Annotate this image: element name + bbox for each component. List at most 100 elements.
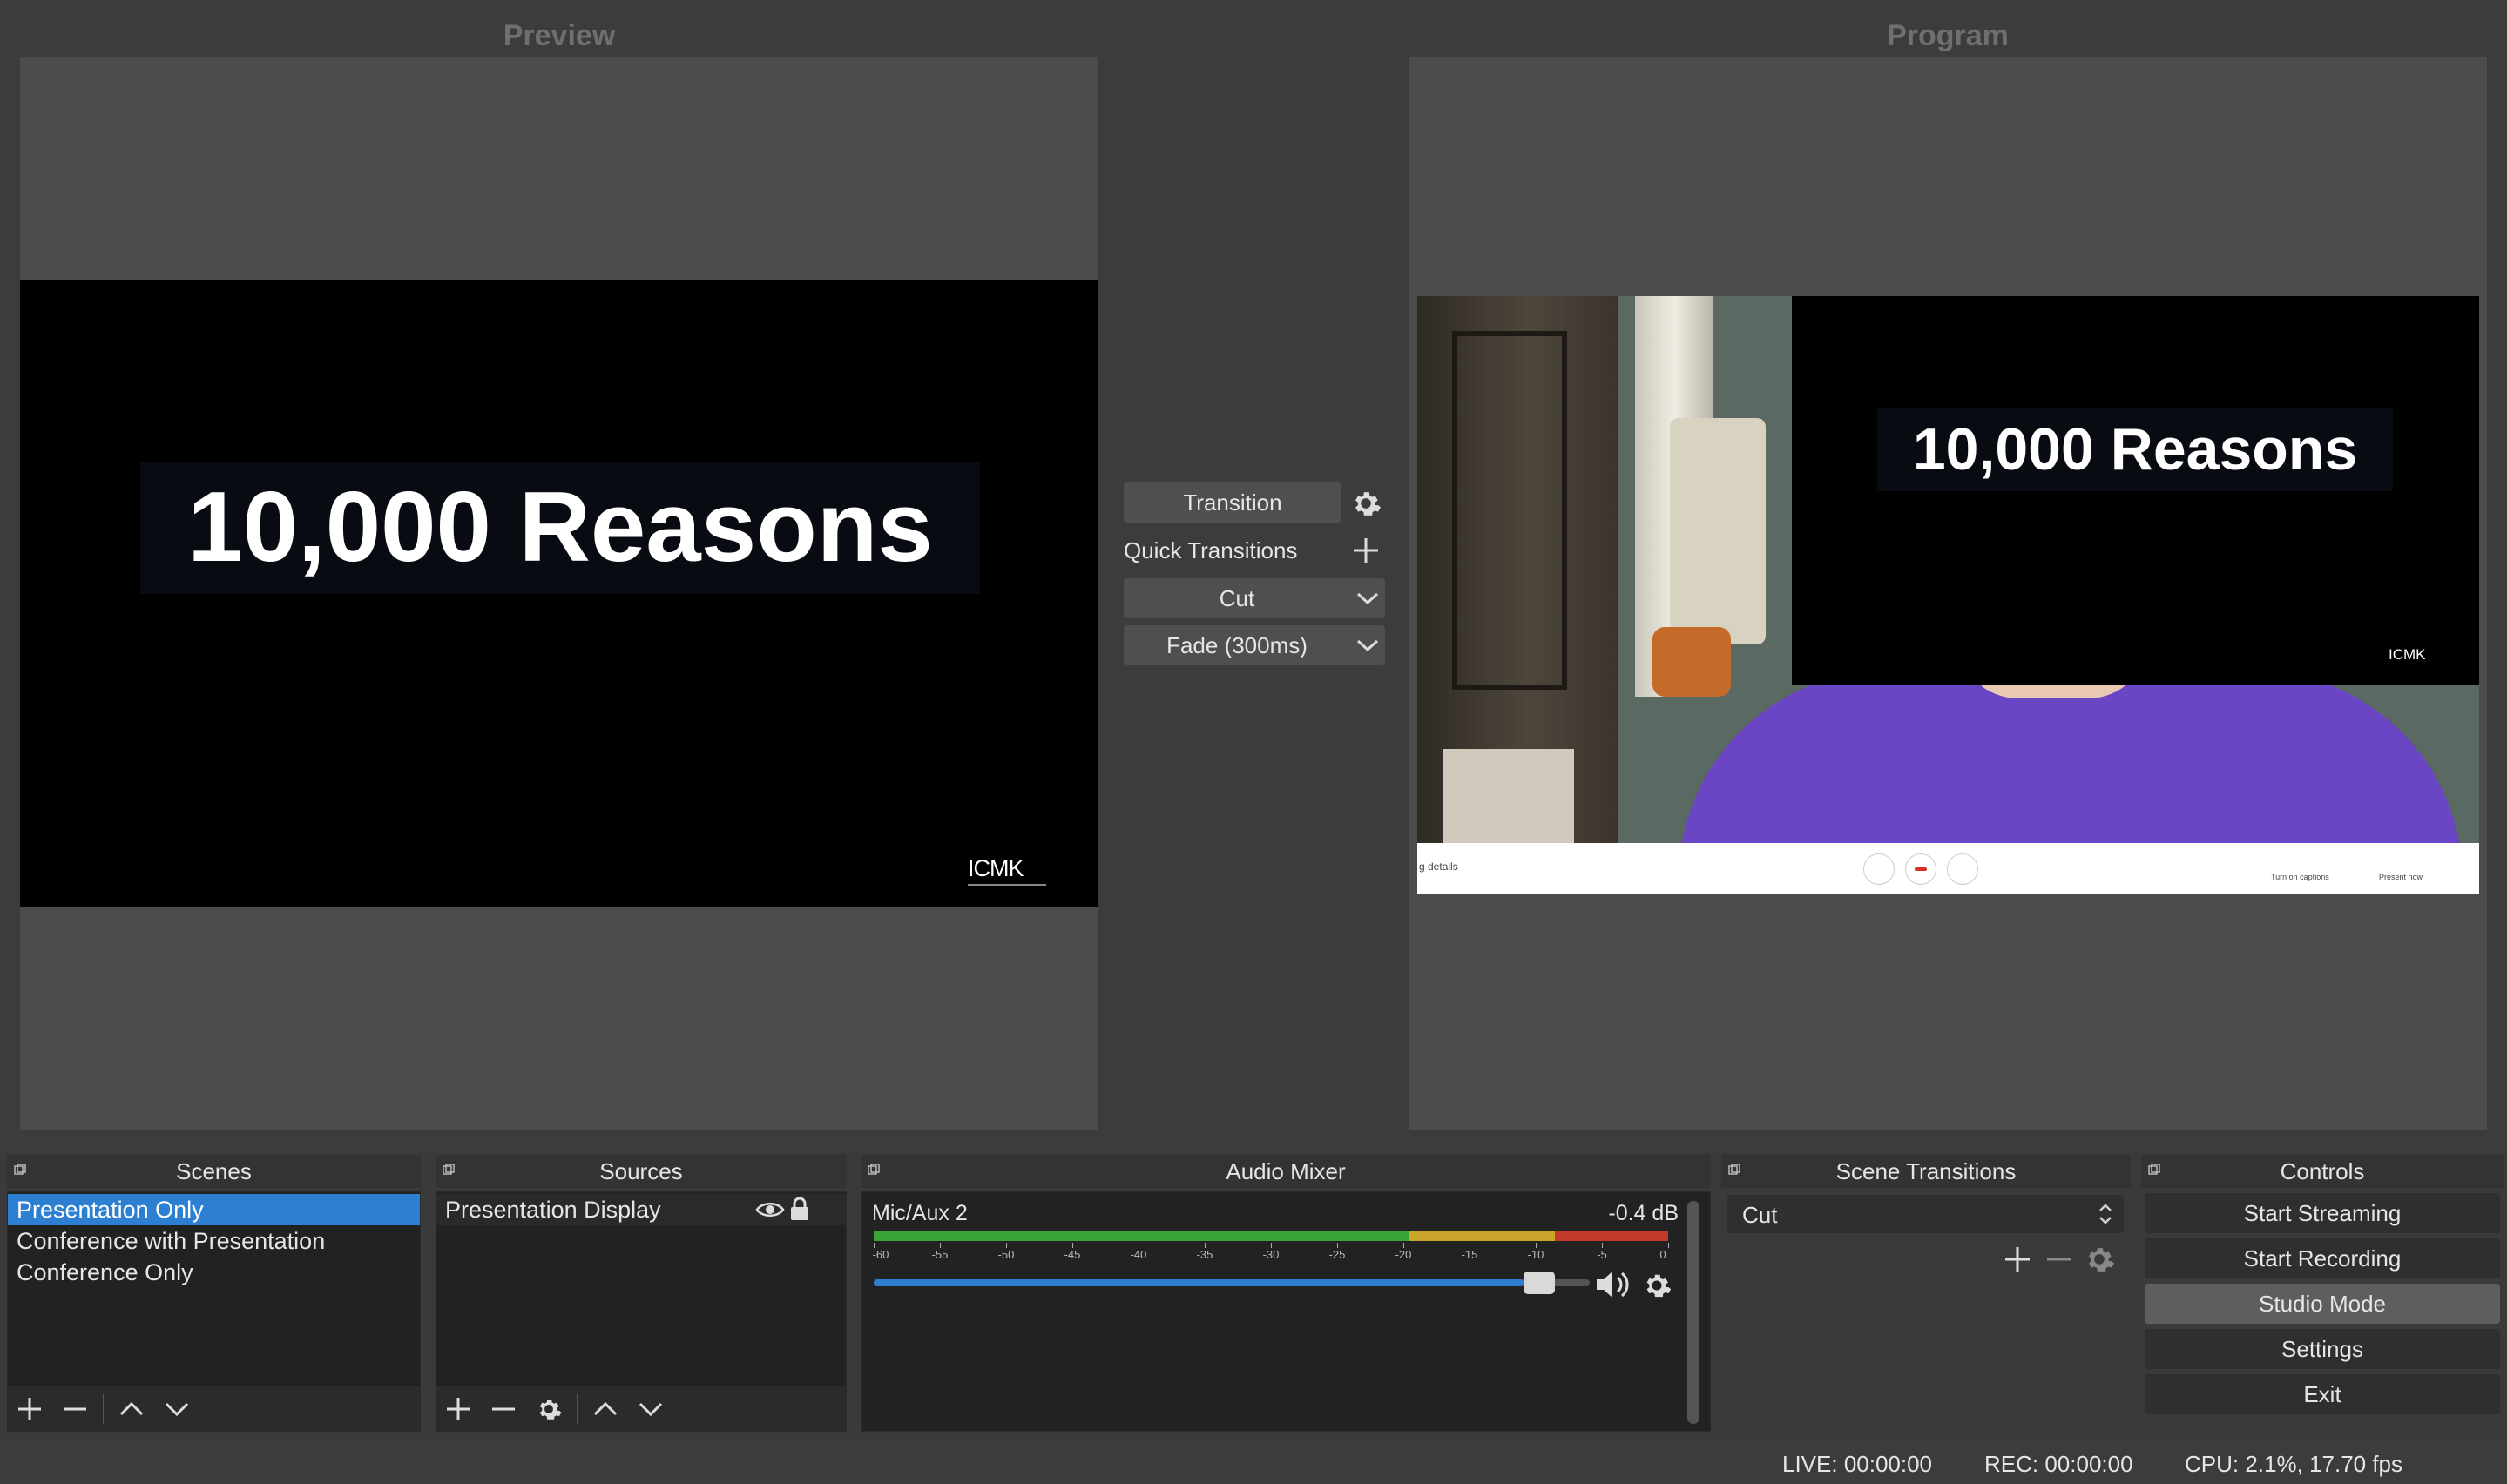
meet-present-label: Present now (2379, 873, 2423, 881)
audio-mixer-dock-title: Audio Mixer (861, 1155, 1711, 1188)
volume-slider[interactable] (874, 1272, 1590, 1294)
audio-channel-name: Mic/Aux 2 (872, 1201, 968, 1225)
transition-properties-gear-icon[interactable] (2082, 1242, 2117, 1281)
undock-icon[interactable] (868, 1164, 880, 1176)
meter-tick-label: -55 (931, 1248, 949, 1261)
source-item-label: Presentation Display (445, 1197, 661, 1223)
add-source-plus-icon[interactable] (436, 1386, 481, 1432)
audio-settings-gear-icon[interactable] (1640, 1269, 1673, 1306)
meet-hangup-icon (1905, 853, 1936, 885)
sources-title: Sources (599, 1158, 683, 1184)
program-logo-text: ICMK (2389, 646, 2426, 663)
transition-select[interactable]: Cut (1727, 1195, 2124, 1233)
live-timer: LIVE: 00:00:00 (1782, 1451, 1933, 1477)
meter-tick-label: 0 (1659, 1248, 1666, 1261)
scenes-toolbar (7, 1386, 421, 1432)
add-transition-plus-icon[interactable] (2000, 1242, 2035, 1281)
audio-mixer-body: Mic/Aux 2 -0.4 dB -60 -55 -50 -45 -40 -35 -30-… (861, 1191, 1711, 1432)
undock-icon[interactable] (1728, 1164, 1740, 1176)
scenes-dock: Scenes Presentation Only Conference with… (7, 1155, 421, 1432)
meter-tick-label: -60 (872, 1248, 889, 1261)
audio-mixer-scrollbar[interactable] (1687, 1201, 1699, 1424)
tote-bag (1670, 418, 1766, 644)
move-source-down-chevron-icon[interactable] (628, 1386, 673, 1432)
undock-icon[interactable] (2148, 1164, 2160, 1176)
add-scene-plus-icon[interactable] (7, 1386, 52, 1432)
quick-transition-cut-label: Cut (1219, 584, 1255, 611)
program-slide-text: 10,000 Reasons (1912, 416, 2358, 482)
exit-button[interactable]: Exit (2145, 1374, 2500, 1414)
add-quick-transition-plus-icon[interactable] (1348, 533, 1383, 568)
sources-list: Presentation Display (436, 1191, 847, 1386)
transition-settings-gear-icon[interactable] (1348, 486, 1383, 521)
source-item[interactable]: Presentation Display (436, 1194, 846, 1225)
controls-title: Controls (2280, 1158, 2365, 1184)
meet-mic-icon (1863, 853, 1895, 885)
undock-icon[interactable] (14, 1164, 26, 1176)
audio-db-value: -0.4 dB (1608, 1201, 1679, 1225)
scene-item[interactable]: Presentation Only (8, 1194, 420, 1225)
scenes-list: Presentation Only Conference with Presen… (7, 1191, 421, 1386)
remove-source-minus-icon[interactable] (481, 1386, 526, 1432)
meter-tick-label: -5 (1597, 1248, 1607, 1261)
visibility-eye-icon[interactable] (755, 1197, 785, 1230)
move-scene-down-chevron-icon[interactable] (154, 1386, 199, 1432)
audio-mixer-title: Audio Mixer (1226, 1158, 1346, 1184)
program-canvas[interactable]: 10,000 Reasons ICMK g details Turn on ca… (1409, 57, 2487, 1130)
mute-speaker-icon[interactable] (1593, 1267, 1635, 1306)
program-slide-overlay: 10,000 Reasons ICMK (1792, 296, 2479, 685)
audio-mixer-dock: Audio Mixer Mic/Aux 2 -0.4 dB -60 -55 -50-… (861, 1155, 1711, 1432)
quick-transitions-label: Quick Transitions (1124, 537, 1298, 563)
scene-transitions-dock: Scene Transitions Cut (1721, 1155, 2131, 1432)
meter-tick-label: -15 (1461, 1248, 1478, 1261)
preview-title: Preview (503, 19, 616, 52)
program-title: Program (1887, 19, 2009, 52)
quick-transition-cut[interactable]: Cut (1124, 578, 1385, 618)
scene-transitions-dock-title: Scene Transitions (1721, 1155, 2131, 1188)
audio-level-meter (874, 1231, 1668, 1241)
scene-item[interactable]: Conference with Presentation (8, 1225, 420, 1257)
orange-object (1652, 627, 1731, 697)
meet-captions-label: Turn on captions (2271, 873, 2329, 881)
preview-slide: 10,000 Reasons ICMK (20, 280, 1098, 907)
chair (1443, 749, 1574, 843)
chevron-down-icon (1350, 638, 1385, 652)
meter-tick-mark (1668, 1243, 1669, 1248)
rec-timer: REC: 00:00:00 (1984, 1451, 2133, 1477)
meter-tick-label: -25 (1328, 1248, 1346, 1261)
move-source-up-chevron-icon[interactable] (583, 1386, 628, 1432)
controls-dock: Controls Start Streaming Start Recording… (2141, 1155, 2504, 1432)
source-properties-gear-icon[interactable] (526, 1386, 571, 1432)
transition-button[interactable]: Transition (1124, 482, 1341, 523)
remove-scene-minus-icon[interactable] (52, 1386, 98, 1432)
meter-tick-label: -35 (1196, 1248, 1213, 1261)
status-bar: LIVE: 00:00:00 REC: 00:00:00 CPU: 2.1%, … (0, 1439, 2507, 1484)
settings-button[interactable]: Settings (2145, 1329, 2500, 1369)
scenes-dock-title: Scenes (7, 1155, 421, 1188)
meter-tick-label: -50 (997, 1248, 1015, 1261)
volume-slider-handle[interactable] (1524, 1272, 1556, 1294)
move-scene-up-chevron-icon[interactable] (109, 1386, 154, 1432)
preview-logo-text: ICMK (968, 855, 1024, 881)
start-recording-button[interactable]: Start Recording (2145, 1238, 2500, 1278)
undock-icon[interactable] (443, 1164, 455, 1176)
meet-toolbar: g details Turn on captions Present now (1417, 843, 2479, 894)
scenes-title: Scenes (176, 1158, 252, 1184)
cpu-fps-readout: CPU: 2.1%, 17.70 fps (2185, 1451, 2403, 1477)
meter-tick-label: -10 (1527, 1248, 1544, 1261)
quick-transition-fade[interactable]: Fade (300ms) (1124, 625, 1385, 665)
remove-transition-minus-icon[interactable] (2042, 1242, 2077, 1281)
studio-mode-button[interactable]: Studio Mode (2145, 1284, 2500, 1324)
meter-tick-label: -40 (1130, 1248, 1147, 1261)
meet-details-link: g details (1419, 860, 1458, 873)
transition-select-value: Cut (1742, 1202, 1778, 1228)
meter-tick-label: -20 (1395, 1248, 1412, 1261)
program-webcam-feed: 10,000 Reasons ICMK (1417, 296, 2479, 843)
preview-slide-text: 10,000 Reasons (187, 472, 933, 583)
preview-canvas[interactable]: 10,000 Reasons ICMK (20, 57, 1098, 1130)
scene-item[interactable]: Conference Only (8, 1257, 420, 1288)
meet-camera-icon (1947, 853, 1978, 885)
preview-logo: ICMK (968, 855, 1055, 890)
start-streaming-button[interactable]: Start Streaming (2145, 1193, 2500, 1233)
lock-icon[interactable] (788, 1196, 811, 1230)
